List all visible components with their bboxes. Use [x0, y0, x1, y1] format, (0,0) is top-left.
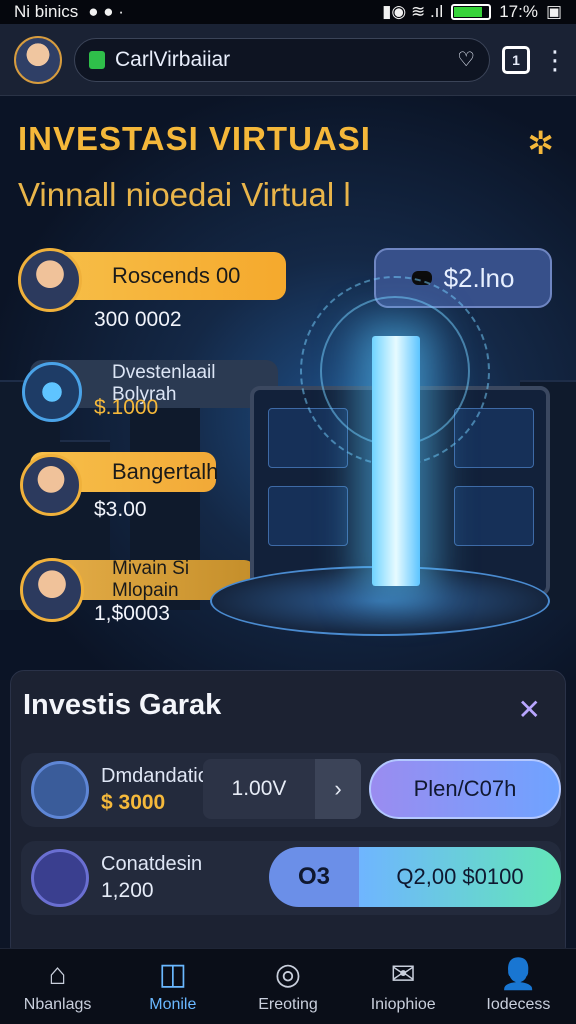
status-right-text: 17:%	[499, 2, 538, 21]
signal-icon: ▮◉ ≋ .ıl	[382, 2, 444, 21]
toggle-button[interactable]: O3	[269, 847, 359, 907]
quantity-field[interactable]: 1.00V	[203, 759, 315, 819]
home-icon: ⌂	[48, 957, 67, 991]
investor-avatar	[18, 248, 82, 312]
investment-row: Conatdesin 1,200 O3 Q2,00 $0100	[21, 841, 561, 915]
cube-icon: ◫	[158, 957, 187, 991]
chart-panel	[454, 486, 534, 546]
nav-profile[interactable]: 👤 Iodecess	[461, 949, 576, 1024]
nav-label: Ereoting	[258, 995, 318, 1013]
investor-avatar	[20, 558, 84, 622]
status-right: ▮◉ ≋ .ıl 17:% ▣	[382, 2, 562, 22]
url-text: CarlVirbaiiar	[115, 47, 231, 71]
shield-icon[interactable]: ♡	[457, 47, 475, 72]
building-icon	[31, 761, 89, 819]
row-amount: 1,200	[101, 879, 154, 902]
value-button[interactable]: Q2,00 $0100	[359, 847, 561, 907]
row-name: Conatdesin	[101, 853, 203, 875]
investor-name: Roscends 00	[112, 263, 241, 288]
document-icon	[31, 849, 89, 907]
user-icon: 👤	[499, 957, 538, 991]
address-bar[interactable]: CarlVirbaiiar ♡	[74, 37, 490, 82]
nav-label: Nbanlags	[23, 995, 92, 1013]
price-value: $2.lno	[443, 262, 515, 293]
settings-gear-icon[interactable]: ✲	[527, 124, 554, 162]
nav-search[interactable]: ◎ Ereoting	[230, 949, 345, 1024]
investor-name: Bangertalh	[112, 459, 219, 484]
status-bar: Ni binics ● ● · ▮◉ ≋ .ıl 17:% ▣	[0, 0, 576, 24]
tab-count: 1	[512, 51, 520, 68]
crystal-pillar-icon	[372, 336, 420, 586]
crystal-icon	[22, 362, 82, 422]
search-icon: ◎	[274, 957, 302, 991]
chart-panel	[268, 486, 348, 546]
chevron-right-icon[interactable]: ›	[315, 759, 361, 819]
investor-avatar	[20, 454, 82, 516]
investment-section: Investis Garak ✕ Dmdandation $ 3000 1.00…	[10, 670, 566, 960]
hero-subtitle: Vinnall nioedai Virtual l	[18, 176, 351, 213]
invest-button[interactable]: Plen/C07h	[369, 759, 561, 819]
notification-icons: ● ● ·	[88, 2, 124, 21]
mail-icon: ✉	[390, 957, 416, 991]
row-amount: $ 3000	[101, 791, 166, 814]
nav-label: Iniophioe	[370, 995, 436, 1013]
close-icon[interactable]: ✕	[518, 693, 541, 726]
nav-mobile[interactable]: ◫ Monile	[115, 949, 230, 1024]
nav-inbox[interactable]: ✉ Iniophioe	[346, 949, 461, 1024]
nav-label: Monile	[149, 995, 197, 1013]
nav-home[interactable]: ⌂ Nbanlags	[0, 949, 115, 1024]
battery-icon	[451, 4, 492, 20]
more-menu-icon[interactable]: ⋮	[542, 47, 568, 73]
bottom-navigation: ⌂ Nbanlags ◫ Monile ◎ Ereoting ✉ Iniophi…	[0, 948, 576, 1024]
investor-amount: 300 0002	[94, 308, 182, 331]
profile-avatar[interactable]	[14, 35, 62, 84]
nav-label: Iodecess	[486, 995, 551, 1013]
investment-row: Dmdandation $ 3000 1.00V › Plen/C07h	[21, 753, 561, 827]
hero-title: INVESTASI VIRTUASI	[18, 120, 371, 157]
investor-amount: $3.00	[94, 498, 147, 521]
lock-icon	[89, 50, 105, 69]
tray-icon: ▣	[545, 2, 562, 21]
section-title: Investis Garak	[23, 689, 222, 721]
status-left-text: Ni binics	[14, 2, 79, 21]
investor-amount: 1,$0003	[94, 602, 170, 625]
hero-banner: INVESTASI VIRTUASI Vinnall nioedai Virtu…	[0, 96, 576, 680]
tabs-button[interactable]: 1	[502, 45, 530, 74]
investor-amount: $.1000	[94, 396, 159, 419]
top-bar: CarlVirbaiiar ♡ 1 ⋮	[0, 24, 576, 96]
